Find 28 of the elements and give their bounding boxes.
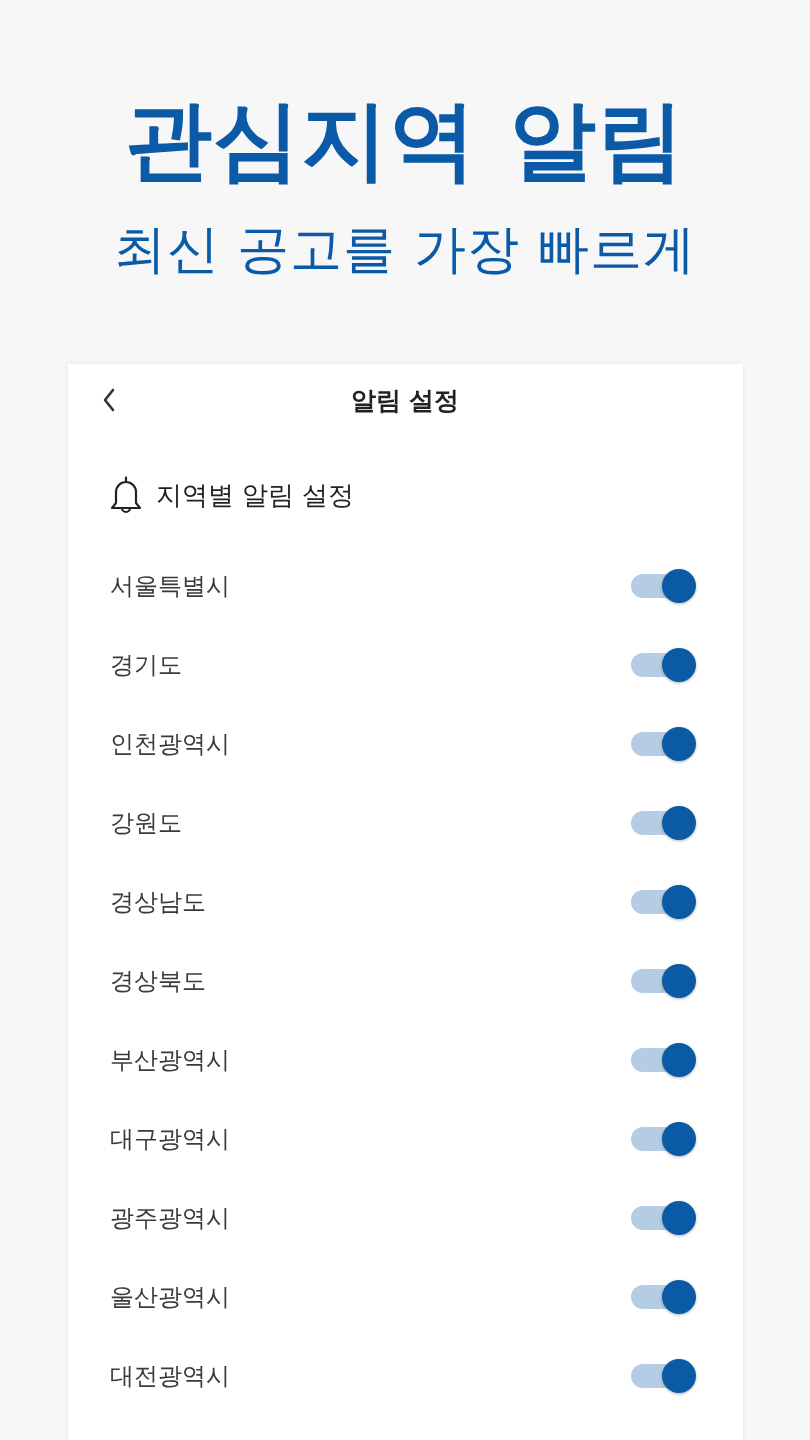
toggle-switch[interactable] <box>630 646 697 683</box>
toggle-switch[interactable] <box>630 1199 697 1236</box>
hero-subtitle: 최신 공고를 가장 빠르게 <box>113 218 697 281</box>
chevron-left-icon <box>101 388 116 412</box>
toggle-switch[interactable] <box>630 1041 697 1078</box>
region-label: 대구광역시 <box>109 1123 230 1155</box>
toggle-switch[interactable] <box>630 1278 697 1315</box>
bell-icon <box>109 476 142 514</box>
toggle-switch[interactable] <box>630 1357 697 1394</box>
region-label: 경기도 <box>109 649 182 681</box>
hero-title: 관심지역 알림 <box>125 88 685 193</box>
section-title: 지역별 알림 설정 <box>155 478 355 512</box>
region-label: 광주광역시 <box>109 1202 230 1234</box>
region-label: 대전광역시 <box>109 1360 230 1392</box>
region-label: 경상북도 <box>109 965 206 997</box>
region-label: 강원도 <box>109 807 182 839</box>
toggle-switch[interactable] <box>630 883 697 920</box>
toggle-switch[interactable] <box>630 962 697 999</box>
toggle-switch[interactable] <box>630 1120 697 1157</box>
toggle-switch[interactable] <box>630 804 697 841</box>
screen-title: 알림 설정 <box>350 384 460 417</box>
region-label: 부산광역시 <box>109 1044 230 1076</box>
toggle-switch[interactable] <box>630 567 697 604</box>
region-label: 울산광역시 <box>109 1281 230 1313</box>
region-label: 경상남도 <box>109 886 206 918</box>
toggle-switch[interactable] <box>630 725 697 762</box>
region-label: 서울특별시 <box>109 570 230 602</box>
region-label: 인천광역시 <box>109 728 230 760</box>
